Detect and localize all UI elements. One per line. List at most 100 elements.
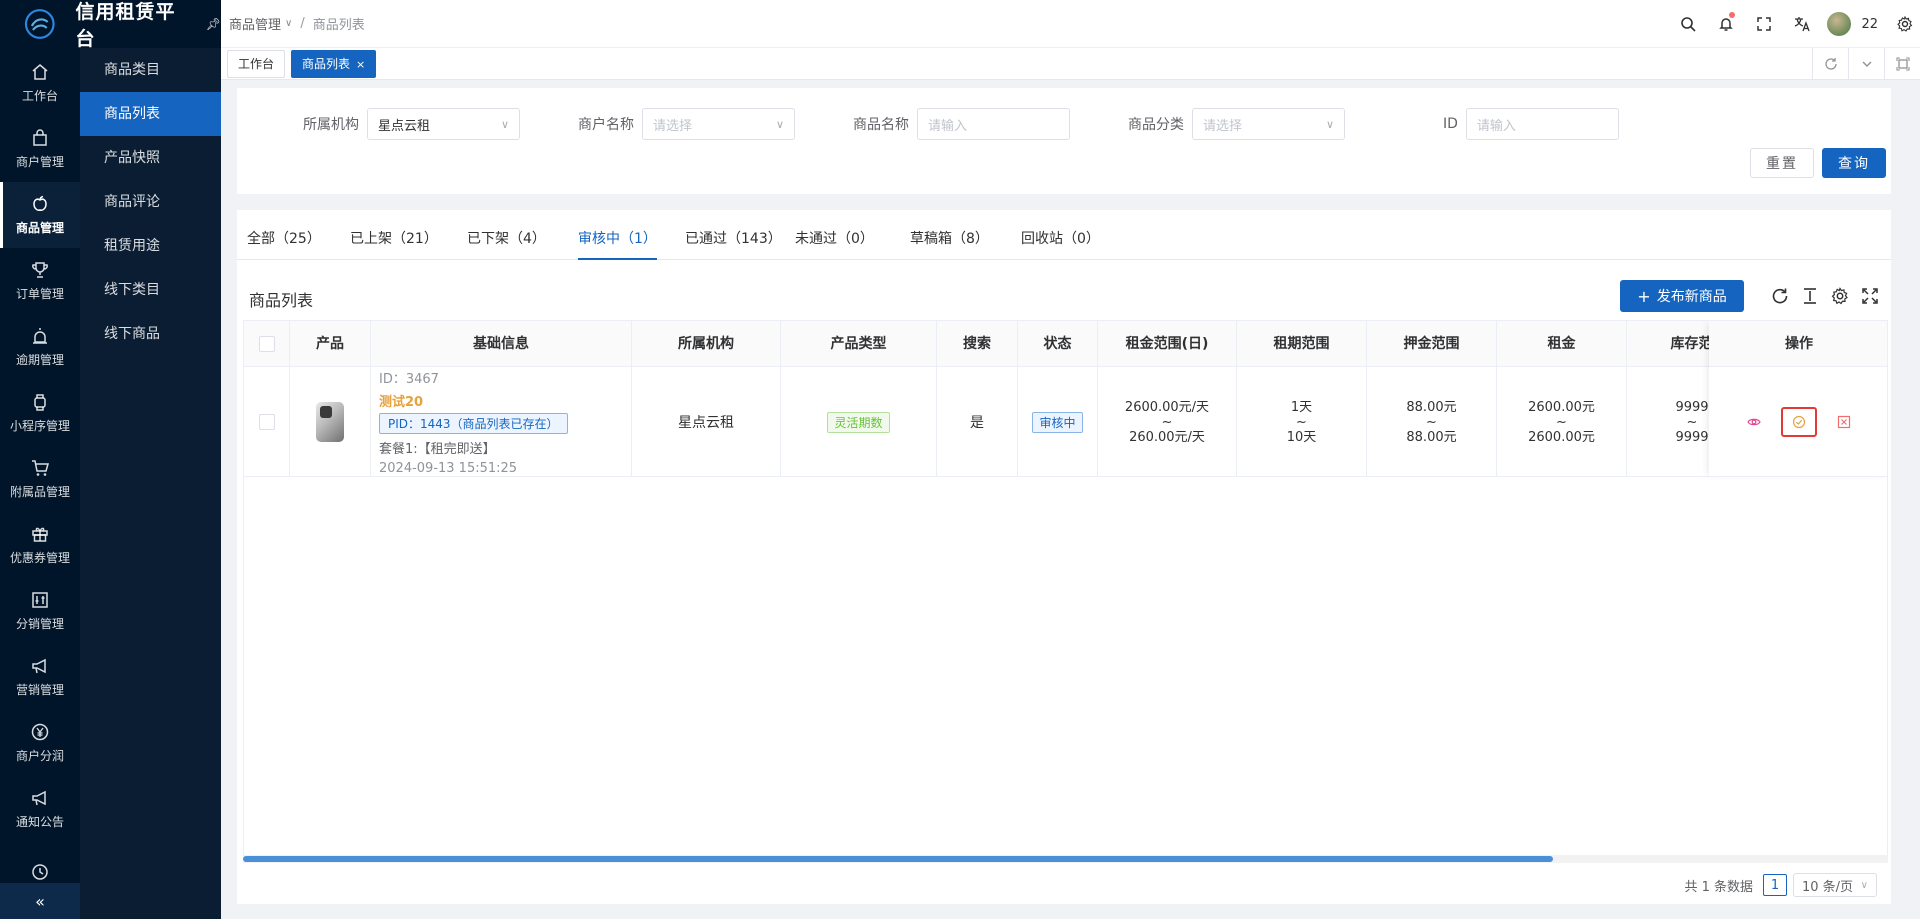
header-select-all <box>244 321 290 367</box>
goods-table: 产品 基础信息 所属机构 产品类型 搜索 状态 租金范围(日) 租期范围 押金范… <box>243 320 1888 860</box>
merchant-label: 商户名称 <box>578 117 634 133</box>
horizontal-scrollbar[interactable] <box>243 855 1888 863</box>
status-tab-5[interactable]: 未通过（0） <box>795 228 874 258</box>
submenu-item-6[interactable]: 线下商品 <box>80 312 221 356</box>
fullscreen-table-button[interactable] <box>1855 284 1885 308</box>
notification-button[interactable] <box>1707 0 1745 48</box>
language-button[interactable] <box>1783 0 1821 48</box>
search-icon <box>1681 17 1697 32</box>
rail-item-4[interactable]: 逾期管理 <box>0 314 80 380</box>
category-select[interactable]: 请选择 ∨ <box>1192 108 1345 140</box>
pagetab-goods-list[interactable]: 商品列表 × <box>291 49 377 78</box>
alarm-icon <box>33 327 47 344</box>
submenu-item-4[interactable]: 租赁用途 <box>80 224 221 268</box>
rail-item-3[interactable]: 订单管理 <box>0 248 80 314</box>
pin-icon[interactable]: 📌︎ <box>206 17 221 31</box>
org-select[interactable]: 星点云租 ∨ <box>367 108 520 140</box>
rent-range-cell: 2600.00元/天 ~ 260.00元/天 <box>1098 367 1237 477</box>
submenu-item-0[interactable]: 商品类目 <box>80 48 221 92</box>
status-cell: 审核中 <box>1018 367 1098 477</box>
query-button[interactable]: 查询 <box>1822 148 1886 178</box>
rail-item-9[interactable]: 营销管理 <box>0 644 80 710</box>
col-rent: 租金 <box>1497 321 1627 367</box>
rail-item-2[interactable]: 商品管理 <box>0 182 80 248</box>
col-org: 所属机构 <box>632 321 781 367</box>
close-icon[interactable]: × <box>356 58 365 71</box>
org-select-value: 星点云租 <box>378 118 431 134</box>
status-tab-2[interactable]: 已下架（4） <box>467 228 546 258</box>
status-tab-4[interactable]: 已通过（143） <box>685 228 782 258</box>
collapse-menu-button[interactable]: « <box>0 883 80 919</box>
type-cell: 灵活期数 <box>781 367 937 477</box>
publish-goods-button[interactable]: + 发布新商品 <box>1620 280 1744 312</box>
settings-button[interactable] <box>1890 0 1920 48</box>
status-tab-7[interactable]: 回收站（0） <box>1021 228 1100 258</box>
rail-item-0[interactable]: 工作台 <box>0 50 80 116</box>
rent-cell: 2600.00元 ~ 2600.00元 <box>1497 367 1627 477</box>
goods-label: 商品名称 <box>853 117 909 133</box>
fullscreen-icon <box>1862 288 1878 304</box>
page-size-select[interactable]: 10 条/页 ∨ <box>1793 873 1877 897</box>
status-tabs: 全部（25） 已上架（21） 已下架（4） 审核中（1） 已通过（143） 未通过（0） 草… <box>237 210 1891 260</box>
submenu-item-1[interactable]: 商品列表 <box>80 92 221 136</box>
rail-item-label: 分销管理 <box>15 616 64 631</box>
column-settings-button[interactable] <box>1825 284 1855 308</box>
rail-item-11[interactable]: 通知公告 <box>0 776 80 842</box>
fullscreen-button[interactable] <box>1745 0 1783 48</box>
col-rent-range: 租金范围(日) <box>1098 321 1237 367</box>
publish-label: 发布新商品 <box>1656 289 1727 305</box>
table-row: ID：3467 测试20 PID：1443（商品列表已存在） 套餐1:【租完即送… <box>244 367 1887 477</box>
filter-panel: 所属机构 星点云租 ∨ 商户名称 请选择 ∨ 商品名称 请输入 商品分类 请选择 ∨ … <box>237 88 1891 194</box>
scrollbar-thumb[interactable] <box>243 856 1553 862</box>
reject-button[interactable] <box>1833 411 1855 433</box>
density-button[interactable] <box>1795 284 1825 308</box>
approve-button[interactable] <box>1781 406 1817 437</box>
stock-max: 9999 <box>1675 429 1709 445</box>
status-tab-3[interactable]: 审核中（1） <box>578 228 657 260</box>
refresh-list-button[interactable] <box>1765 284 1795 308</box>
refresh-icon <box>1824 58 1837 70</box>
status-tab-1[interactable]: 已上架（21） <box>350 228 438 258</box>
rail-item-7[interactable]: 优惠券管理 <box>0 512 80 578</box>
rail-item-8[interactable]: 分销管理 <box>0 578 80 644</box>
col-product: 产品 <box>290 321 371 367</box>
refresh-tab-button[interactable] <box>1812 48 1848 80</box>
goods-name[interactable]: 测试20 <box>379 391 423 410</box>
clock-icon <box>32 864 48 880</box>
rail-item-label: 商户管理 <box>15 154 64 169</box>
pagetab-workbench[interactable]: 工作台 <box>227 49 286 78</box>
submenu-item-5[interactable]: 线下类目 <box>80 268 221 312</box>
avatar[interactable] <box>1827 12 1852 36</box>
refresh-icon <box>1772 288 1788 304</box>
rail-item-10[interactable]: 商户分润 <box>0 710 80 776</box>
product-image[interactable] <box>316 402 344 442</box>
translate-icon <box>1795 17 1811 32</box>
rail-item-label: 优惠券管理 <box>9 550 70 565</box>
select-all-checkbox[interactable] <box>258 336 275 352</box>
view-button[interactable] <box>1743 411 1765 433</box>
tab-menu-button[interactable] <box>1848 48 1884 80</box>
maximize-button[interactable] <box>1884 48 1920 80</box>
status-tab-6[interactable]: 草稿箱（8） <box>910 228 989 258</box>
rail-item-5[interactable]: 小程序管理 <box>0 380 80 446</box>
username[interactable]: 22 <box>1861 17 1878 32</box>
pid-badge: PID：1443（商品列表已存在） <box>379 413 568 434</box>
breadcrumb-parent[interactable]: 商品管理 <box>229 14 281 33</box>
row-checkbox[interactable] <box>258 414 275 430</box>
merchant-select[interactable]: 请选择 ∨ <box>642 108 795 140</box>
reset-button[interactable]: 重置 <box>1750 148 1814 178</box>
check-circle-icon <box>1792 415 1806 428</box>
submenu-item-3[interactable]: 商品评论 <box>80 180 221 224</box>
status-tab-0[interactable]: 全部（25） <box>247 228 321 258</box>
megaphone-icon <box>32 790 46 805</box>
rail-item-label: 通知公告 <box>15 814 64 829</box>
page-number-1[interactable]: 1 <box>1763 874 1787 896</box>
rail-item-1[interactable]: 商户管理 <box>0 116 80 182</box>
goods-name-input[interactable]: 请输入 <box>917 108 1070 140</box>
id-input[interactable]: 请输入 <box>1465 108 1619 140</box>
rent-range-max: 2600.00元/天 <box>1124 399 1210 415</box>
search-button[interactable] <box>1669 0 1707 48</box>
chevron-down-icon: ∨ <box>775 117 784 131</box>
submenu-item-2[interactable]: 产品快照 <box>80 136 221 180</box>
rail-item-6[interactable]: 附属品管理 <box>0 446 80 512</box>
